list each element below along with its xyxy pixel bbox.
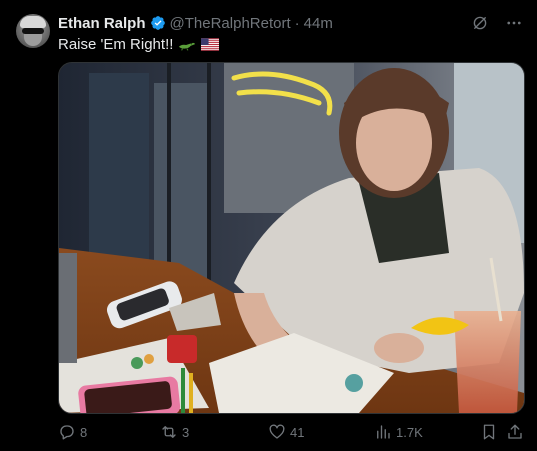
tweet-top-actions — [471, 14, 523, 32]
views-icon — [377, 425, 390, 439]
tweet-body: Raise 'Em Right!! — [58, 36, 174, 53]
author-handle[interactable]: @TheRalphRetort — [170, 15, 291, 32]
views-button[interactable]: 1.7K — [374, 423, 423, 441]
tweet-header: Ethan Ralph @TheRalphRetort · 44m — [58, 14, 333, 32]
share-button[interactable] — [506, 423, 524, 441]
glass-left — [59, 253, 77, 363]
bookmark-button[interactable] — [480, 423, 498, 441]
tweet-text: Raise 'Em Right!! — [58, 36, 220, 53]
reply-icon — [60, 425, 74, 440]
author-name[interactable]: Ethan Ralph — [58, 15, 146, 32]
us-flag-emoji-icon — [201, 37, 220, 52]
like-count: 41 — [290, 424, 305, 440]
reply-count: 8 — [80, 424, 88, 440]
share-icon — [508, 424, 522, 439]
avatar-sunglasses — [22, 28, 44, 34]
tweet-photo[interactable] — [58, 62, 525, 414]
author-avatar[interactable] — [16, 14, 50, 48]
verified-badge-icon — [150, 15, 166, 31]
alligator-emoji-icon — [178, 38, 196, 52]
like-button[interactable]: 41 — [268, 423, 304, 441]
window-left — [89, 73, 149, 273]
repost-count: 3 — [182, 424, 190, 440]
crayon-box — [167, 335, 197, 363]
more-options-icon[interactable] — [505, 14, 523, 32]
heart-icon — [269, 424, 285, 439]
crayon-yellow — [189, 373, 193, 413]
repost-button[interactable]: 3 — [160, 423, 189, 441]
grok-icon[interactable] — [471, 14, 489, 32]
bookmark-icon — [483, 424, 495, 440]
view-count: 1.7K — [396, 424, 423, 440]
repost-icon — [162, 426, 176, 438]
tweet-timestamp[interactable]: 44m — [304, 15, 333, 32]
reply-button[interactable]: 8 — [58, 423, 87, 441]
separator-dot: · — [294, 14, 300, 32]
avatar-hair — [20, 16, 46, 28]
tweet-action-bar: 8 3 41 1.7K — [58, 423, 522, 443]
crayon-green — [181, 368, 185, 413]
